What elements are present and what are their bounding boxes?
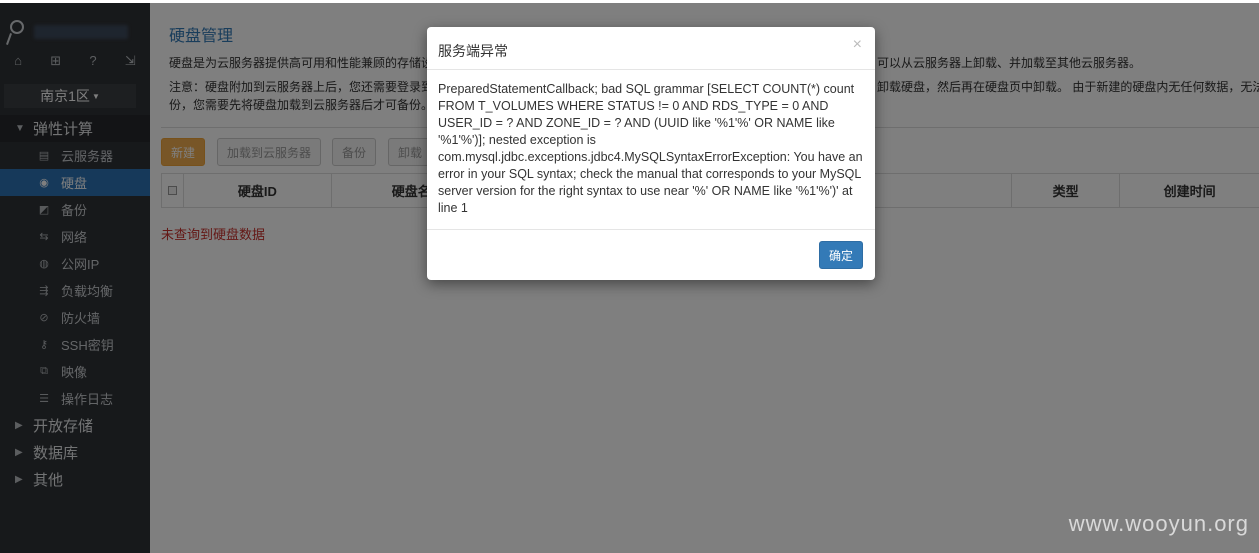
watermark: www.wooyun.org <box>1068 511 1249 536</box>
top-bar <box>0 0 1259 3</box>
dialog-title: 服务端异常 <box>438 43 508 59</box>
confirm-button[interactable]: 确定 <box>819 241 863 269</box>
dialog-footer: 确定 <box>427 229 875 280</box>
dialog-message: PreparedStatementCallback; bad SQL gramm… <box>438 82 863 215</box>
error-dialog: 服务端异常 × PreparedStatementCallback; bad S… <box>427 27 875 280</box>
close-icon[interactable]: × <box>853 36 862 54</box>
dialog-header: 服务端异常 × <box>427 27 875 70</box>
